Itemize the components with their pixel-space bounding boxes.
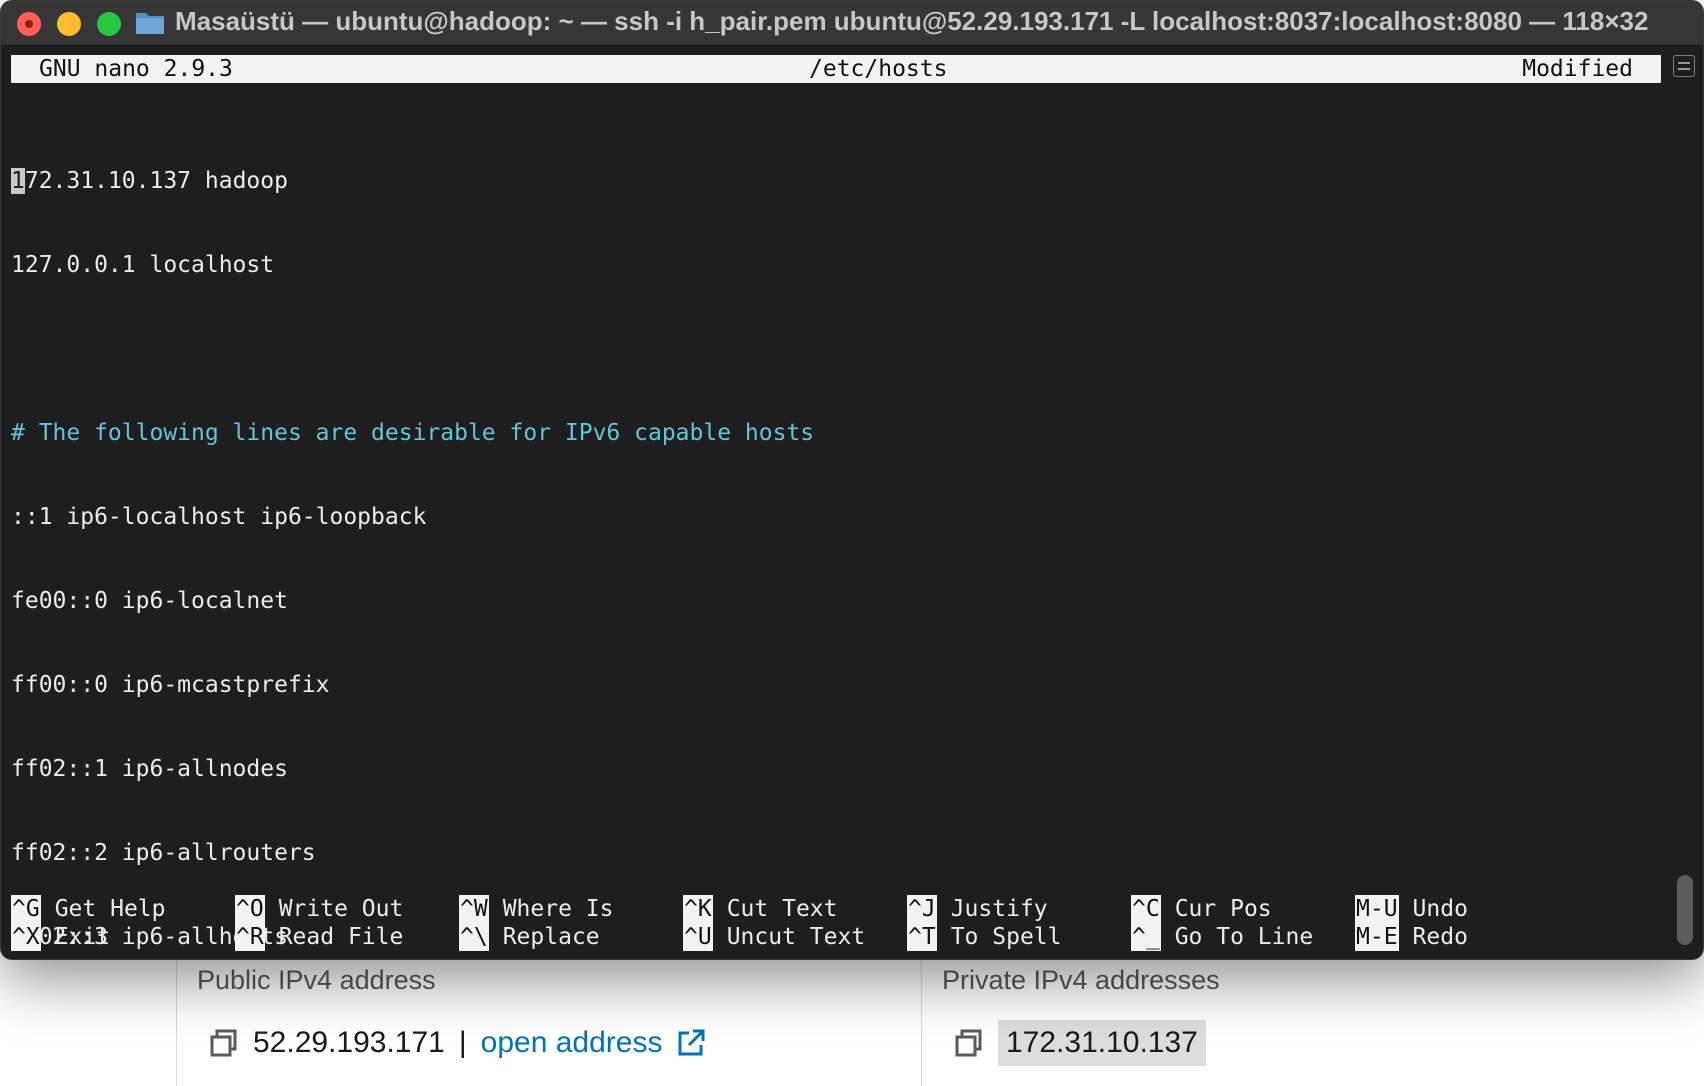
nano-filename: /etc/hosts — [809, 56, 948, 82]
shortcut-key: ^_ — [1131, 923, 1161, 951]
shortcut-group: ^C Cur Pos ^_ Go To Line — [1131, 895, 1313, 951]
shortcut-key: ^R — [235, 923, 265, 951]
terminal-window[interactable]: Masaüstü — ubuntu@hadoop: ~ — ssh -i h_p… — [0, 0, 1704, 960]
private-ipv4-section: Private IPv4 addresses 172.31.10.137 — [921, 955, 1704, 1086]
editor-line[interactable]: fe00::0 ip6-localnet — [11, 587, 1661, 615]
shortcut-group: ^J Justify ^T To Spell — [907, 895, 1061, 951]
nano-shortcut-bar: ^G Get Help ^X Exit ^O Write Out ^R Read Fil… — [11, 895, 1661, 951]
editor-line[interactable]: ::1 ip6-localhost ip6-loopback — [11, 503, 1661, 531]
folder-icon — [135, 9, 165, 35]
shortcut-label: Cur Pos — [1174, 896, 1272, 922]
editor-line[interactable] — [11, 335, 1661, 363]
shortcut-key: ^O — [235, 895, 265, 923]
editor-line[interactable]: ff02::1 ip6-allnodes — [11, 755, 1661, 783]
shortcut-label: Redo — [1412, 924, 1468, 950]
window-title: Masaüstü — ubuntu@hadoop: ~ — ssh -i h_p… — [175, 6, 1649, 36]
shortcut-label: Cut Text — [726, 896, 838, 922]
shortcut-key: ^K — [683, 895, 713, 923]
public-ipv4-row: 52.29.193.171 | open address — [209, 1015, 706, 1071]
nano-version: GNU nano 2.9.3 — [39, 56, 233, 82]
shortcut-group: ^K Cut Text ^U Uncut Text — [683, 895, 865, 951]
open-address-link[interactable]: open address — [481, 1026, 663, 1060]
shortcut-key: ^X — [11, 923, 41, 951]
shortcut-label: Go To Line — [1174, 924, 1314, 950]
private-ip-value: 172.31.10.137 — [998, 1020, 1206, 1066]
scroll-thumb[interactable] — [1677, 875, 1693, 945]
shortcut-label: Where Is — [502, 896, 614, 922]
shortcut-label: Read File — [278, 924, 404, 950]
shortcut-label: Exit — [54, 924, 111, 950]
nano-status: Modified — [1522, 56, 1633, 82]
shortcut-key: M-U — [1355, 895, 1399, 923]
line-text: 72.31.10.137 hadoop — [24, 168, 288, 194]
private-ipv4-row: 172.31.10.137 — [954, 1015, 1206, 1071]
public-ip-value: 52.29.193.171 — [253, 1026, 445, 1059]
editor-comment-line[interactable]: # The following lines are desirable for … — [11, 419, 1661, 447]
private-ipv4-label: Private IPv4 addresses — [942, 965, 1220, 995]
shortcut-group: ^O Write Out ^R Read File — [235, 895, 403, 951]
shortcut-group: ^G Get Help ^X Exit — [11, 895, 165, 951]
shortcut-label: Uncut Text — [726, 924, 866, 950]
public-ipv4-section: Public IPv4 address 52.29.193.171 | open… — [176, 955, 922, 1086]
editor-line[interactable]: 127.0.0.1 localhost — [11, 251, 1661, 279]
shortcut-label: To Spell — [950, 924, 1062, 950]
external-link-icon[interactable] — [676, 1028, 706, 1058]
shortcut-label: Replace — [502, 924, 600, 950]
copy-icon[interactable] — [954, 1028, 984, 1058]
shortcut-group: M-U Undo M-E Redo — [1355, 895, 1468, 951]
editor-area[interactable]: 172.31.10.137 hadoop 127.0.0.1 localhost… — [11, 111, 1661, 959]
shortcut-label: Undo — [1412, 896, 1468, 922]
separator: | — [458, 1026, 467, 1059]
title-bar[interactable]: Masaüstü — ubuntu@hadoop: ~ — ssh -i h_p… — [1, 1, 1703, 46]
shortcut-key: ^U — [683, 923, 713, 951]
editor-line[interactable]: 172.31.10.137 hadoop — [11, 167, 1661, 195]
public-ipv4-label: Public IPv4 address — [197, 965, 436, 995]
shortcut-label: Get Help — [54, 896, 166, 922]
shortcut-key: ^T — [907, 923, 937, 951]
nano-header: GNU nano 2.9.3 /etc/hosts Modified — [11, 55, 1661, 83]
maximize-button[interactable] — [97, 12, 121, 36]
close-button[interactable] — [17, 12, 41, 36]
shortcut-key: ^W — [459, 895, 489, 923]
editor-line[interactable]: ff00::0 ip6-mcastprefix — [11, 671, 1661, 699]
shortcut-key: ^G — [11, 895, 41, 923]
shortcut-key: ^\ — [459, 923, 489, 951]
shortcut-label: Justify — [950, 896, 1048, 922]
shortcut-label: Write Out — [278, 896, 404, 922]
minimize-button[interactable] — [57, 12, 81, 36]
copy-icon[interactable] — [209, 1028, 239, 1058]
scrollbar[interactable] — [1673, 55, 1695, 945]
shortcut-key: ^C — [1131, 895, 1161, 923]
split-view-icon[interactable] — [1673, 55, 1695, 77]
text-cursor: 1 — [11, 168, 25, 194]
shortcut-key: ^J — [907, 895, 937, 923]
shortcut-key: M-E — [1355, 923, 1399, 951]
shortcut-group: ^W Where Is ^\ Replace — [459, 895, 613, 951]
editor-line[interactable]: ff02::2 ip6-allrouters — [11, 839, 1661, 867]
